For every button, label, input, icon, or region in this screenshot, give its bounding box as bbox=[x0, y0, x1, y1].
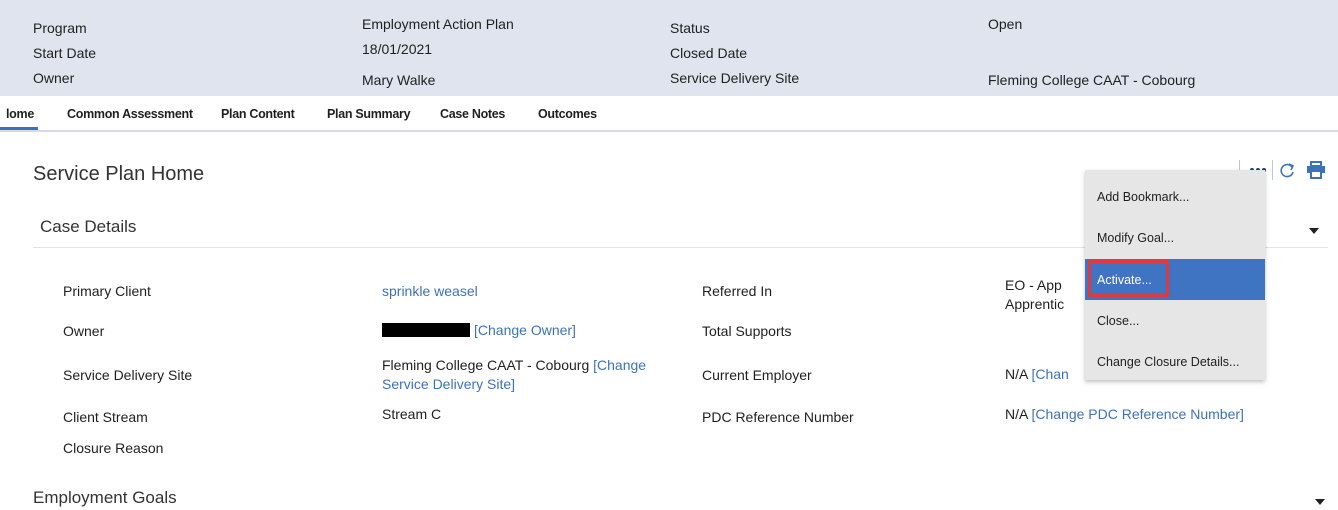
pdc-value: N/A [Change PDC Reference Number] bbox=[1005, 405, 1244, 424]
site-label: Service Delivery Site bbox=[63, 367, 193, 383]
site-name: Fleming College CAAT - Cobourg bbox=[382, 357, 590, 373]
program-label: Program bbox=[33, 20, 87, 36]
plan-summary-header: Program Employment Action Plan Start Dat… bbox=[0, 0, 1338, 96]
toolbar-separator bbox=[1272, 160, 1273, 180]
start-date-label: Start Date bbox=[33, 45, 97, 61]
change-owner-link[interactable]: [Change Owner] bbox=[474, 322, 576, 338]
start-date-value: 18/01/2021 bbox=[362, 41, 433, 57]
referred-in-line2: Apprentic bbox=[1005, 296, 1065, 312]
client-stream-value: Stream C bbox=[382, 406, 442, 422]
tab-plan-summary[interactable]: Plan Summary bbox=[327, 107, 411, 121]
owner-value: [Change Owner] bbox=[382, 321, 576, 340]
refresh-icon[interactable] bbox=[1276, 156, 1300, 184]
tab-bar: lome Common Assessment Plan Content Plan… bbox=[0, 96, 1338, 132]
case-details-title: Case Details bbox=[40, 217, 137, 236]
program-value: Employment Action Plan bbox=[362, 16, 514, 32]
tab-home[interactable]: lome bbox=[6, 107, 34, 121]
primary-client-link[interactable]: sprinkle weasel bbox=[382, 282, 478, 301]
primary-client-label: Primary Client bbox=[63, 283, 151, 299]
print-icon[interactable] bbox=[1304, 156, 1328, 184]
current-employer-value: N/A [Chan bbox=[1005, 365, 1069, 384]
menu-item-modify-goal[interactable]: Modify Goal... bbox=[1085, 217, 1265, 258]
client-stream-label: Client Stream bbox=[63, 409, 148, 425]
actions-menu: Add Bookmark... Modify Goal... Activate.… bbox=[1085, 170, 1265, 380]
current-employer-label: Current Employer bbox=[702, 367, 812, 383]
change-employer-link[interactable]: [Chan bbox=[1031, 366, 1068, 382]
status-label: Status bbox=[670, 20, 710, 36]
employment-goals-title: Employment Goals bbox=[33, 488, 177, 507]
tab-common-assessment[interactable]: Common Assessment bbox=[67, 107, 193, 121]
owner-label: Owner bbox=[33, 70, 75, 86]
menu-item-activate[interactable]: Activate... bbox=[1085, 259, 1265, 300]
referred-in-value: EO - App Apprentic bbox=[1005, 276, 1064, 314]
pdc-label: PDC Reference Number bbox=[702, 409, 854, 425]
referred-in-line1: EO - App bbox=[1005, 277, 1062, 293]
site-value: Fleming College CAAT - Cobourg bbox=[988, 72, 1196, 88]
site-label: Service Delivery Site bbox=[670, 70, 800, 86]
change-pdc-link[interactable]: [Change PDC Reference Number] bbox=[1031, 406, 1243, 422]
menu-item-close[interactable]: Close... bbox=[1085, 300, 1265, 341]
owner-label: Owner bbox=[63, 323, 105, 339]
redacted-owner bbox=[382, 323, 470, 337]
referred-in-label: Referred In bbox=[702, 283, 773, 299]
menu-item-change-closure-details[interactable]: Change Closure Details... bbox=[1085, 341, 1265, 382]
tab-outcomes[interactable]: Outcomes bbox=[538, 107, 597, 121]
active-tab-indicator bbox=[0, 127, 38, 130]
closure-reason-label: Closure Reason bbox=[63, 440, 164, 456]
page-title: Service Plan Home bbox=[33, 163, 205, 185]
tab-case-notes[interactable]: Case Notes bbox=[440, 107, 505, 121]
case-details-collapse-icon[interactable] bbox=[1306, 223, 1322, 239]
total-supports-label: Total Supports bbox=[702, 323, 792, 339]
owner-value: Mary Walke bbox=[362, 72, 436, 88]
pdc-text: N/A bbox=[1005, 406, 1028, 422]
closed-date-label: Closed Date bbox=[670, 45, 748, 61]
employment-goals-collapse-icon[interactable] bbox=[1312, 494, 1328, 510]
menu-item-add-bookmark[interactable]: Add Bookmark... bbox=[1085, 176, 1265, 217]
site-value: Fleming College CAAT - Cobourg [Change S… bbox=[382, 356, 672, 394]
current-employer-text: N/A bbox=[1005, 366, 1028, 382]
tab-plan-content[interactable]: Plan Content bbox=[221, 107, 295, 121]
status-value: Open bbox=[988, 16, 1023, 32]
